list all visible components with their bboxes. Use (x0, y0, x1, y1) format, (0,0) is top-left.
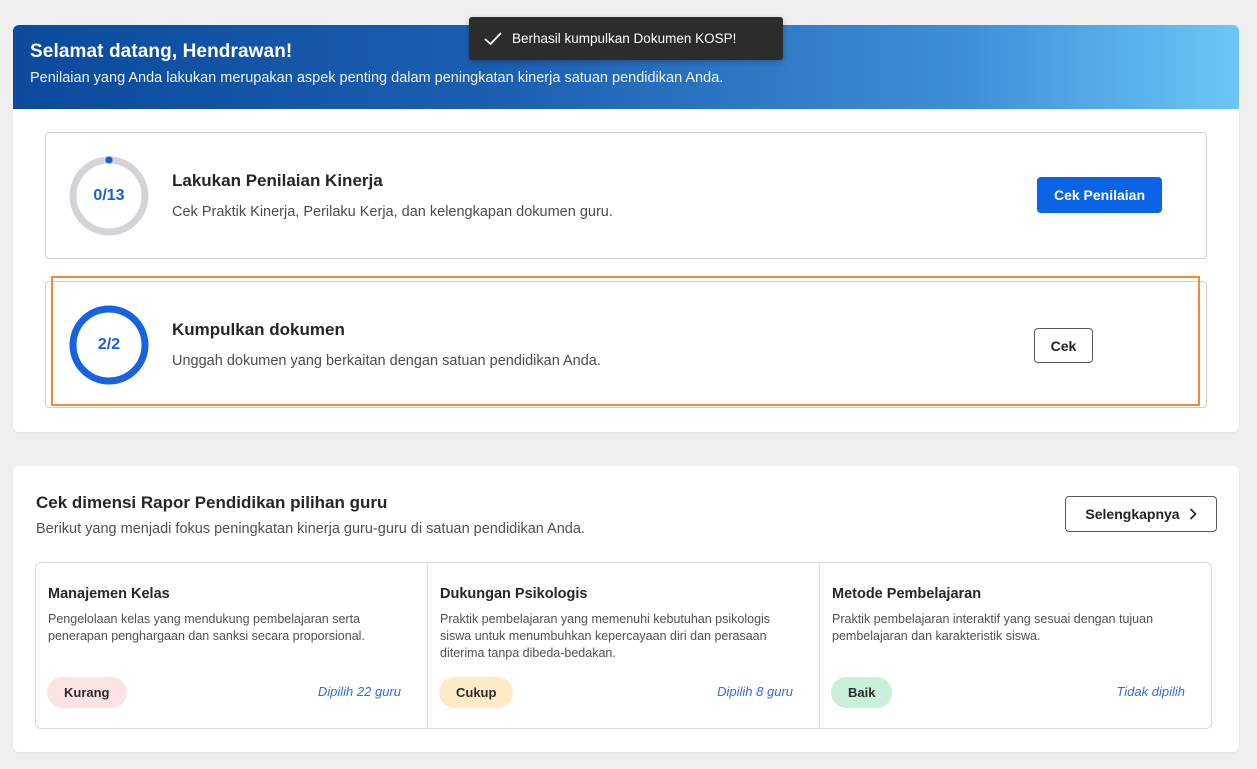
selengkapnya-button[interactable]: Selengkapnya (1065, 496, 1217, 532)
section-title: Cek dimensi Rapor Pendidikan pilihan gur… (36, 493, 388, 512)
welcome-subtitle: Penilaian yang Anda lakukan merupakan as… (30, 70, 724, 86)
chosen-count: Dipilih 22 guru (317, 684, 401, 699)
welcome-card: Selamat datang, Hendrawan! Penilaian yan… (13, 25, 1239, 432)
task-title-penilaian: Lakukan Penilaian Kinerja (172, 171, 383, 190)
task-description-penilaian: Cek Praktik Kinerja, Perilaku Kerja, dan… (172, 204, 613, 220)
selengkapnya-label: Selengkapnya (1085, 506, 1180, 522)
progress-ring-dokumen: 2/2 (68, 304, 150, 386)
chevron-right-icon (1189, 508, 1196, 520)
check-icon (484, 32, 502, 45)
dimension-item-manajemen-kelas[interactable]: Manajemen Kelas Pengelolaan kelas yang m… (36, 563, 428, 728)
status-badge: Kurang (47, 677, 127, 708)
dimensions-grid: Manajemen Kelas Pengelolaan kelas yang m… (35, 562, 1212, 729)
status-badge: Cukup (439, 677, 514, 708)
progress-label-dokumen: 2/2 (97, 336, 121, 353)
progress-ring-penilaian: 0/13 (68, 155, 150, 237)
dimension-title: Metode Pembelajaran (832, 586, 982, 602)
dimension-item-dukungan-psikologis[interactable]: Dukungan Psikologis Praktik pembelajaran… (428, 563, 820, 728)
dimension-description: Pengelolaan kelas yang mendukung pembela… (48, 612, 365, 643)
dimension-description: Praktik pembelajaran interaktif yang ses… (832, 612, 1154, 643)
task-title-dokumen: Kumpulkan dokumen (172, 320, 345, 339)
dimension-title: Dukungan Psikologis (440, 586, 588, 602)
cek-penilaian-button[interactable]: Cek Penilaian (1037, 177, 1162, 213)
dimension-title: Manajemen Kelas (48, 586, 170, 602)
section-subtitle: Berikut yang menjadi fokus peningkatan k… (36, 521, 585, 537)
success-toast: Berhasil kumpulkan Dokumen KOSP! (469, 17, 783, 60)
chosen-count: Tidak dipilih (1116, 684, 1185, 699)
dimension-item-metode-pembelajaran[interactable]: Metode Pembelajaran Praktik pembelajaran… (820, 563, 1211, 728)
task-description-dokumen: Unggah dokumen yang berkaitan dengan sat… (172, 353, 601, 369)
task-card-kumpulkan-dokumen: 2/2 Kumpulkan dokumen Unggah dokumen yan… (45, 281, 1207, 408)
status-badge: Baik (831, 677, 893, 708)
dimension-description: Praktik pembelajaran yang memenuhi kebut… (440, 612, 771, 660)
task-card-penilaian-kinerja: 0/13 Lakukan Penilaian Kinerja Cek Prakt… (45, 132, 1207, 259)
toast-message: Berhasil kumpulkan Dokumen KOSP! (512, 31, 737, 46)
progress-label-penilaian: 0/13 (93, 187, 125, 204)
cek-dokumen-button[interactable]: Cek (1034, 328, 1093, 363)
chosen-count: Dipilih 8 guru (717, 684, 793, 699)
dimensions-card: Cek dimensi Rapor Pendidikan pilihan gur… (13, 466, 1239, 752)
